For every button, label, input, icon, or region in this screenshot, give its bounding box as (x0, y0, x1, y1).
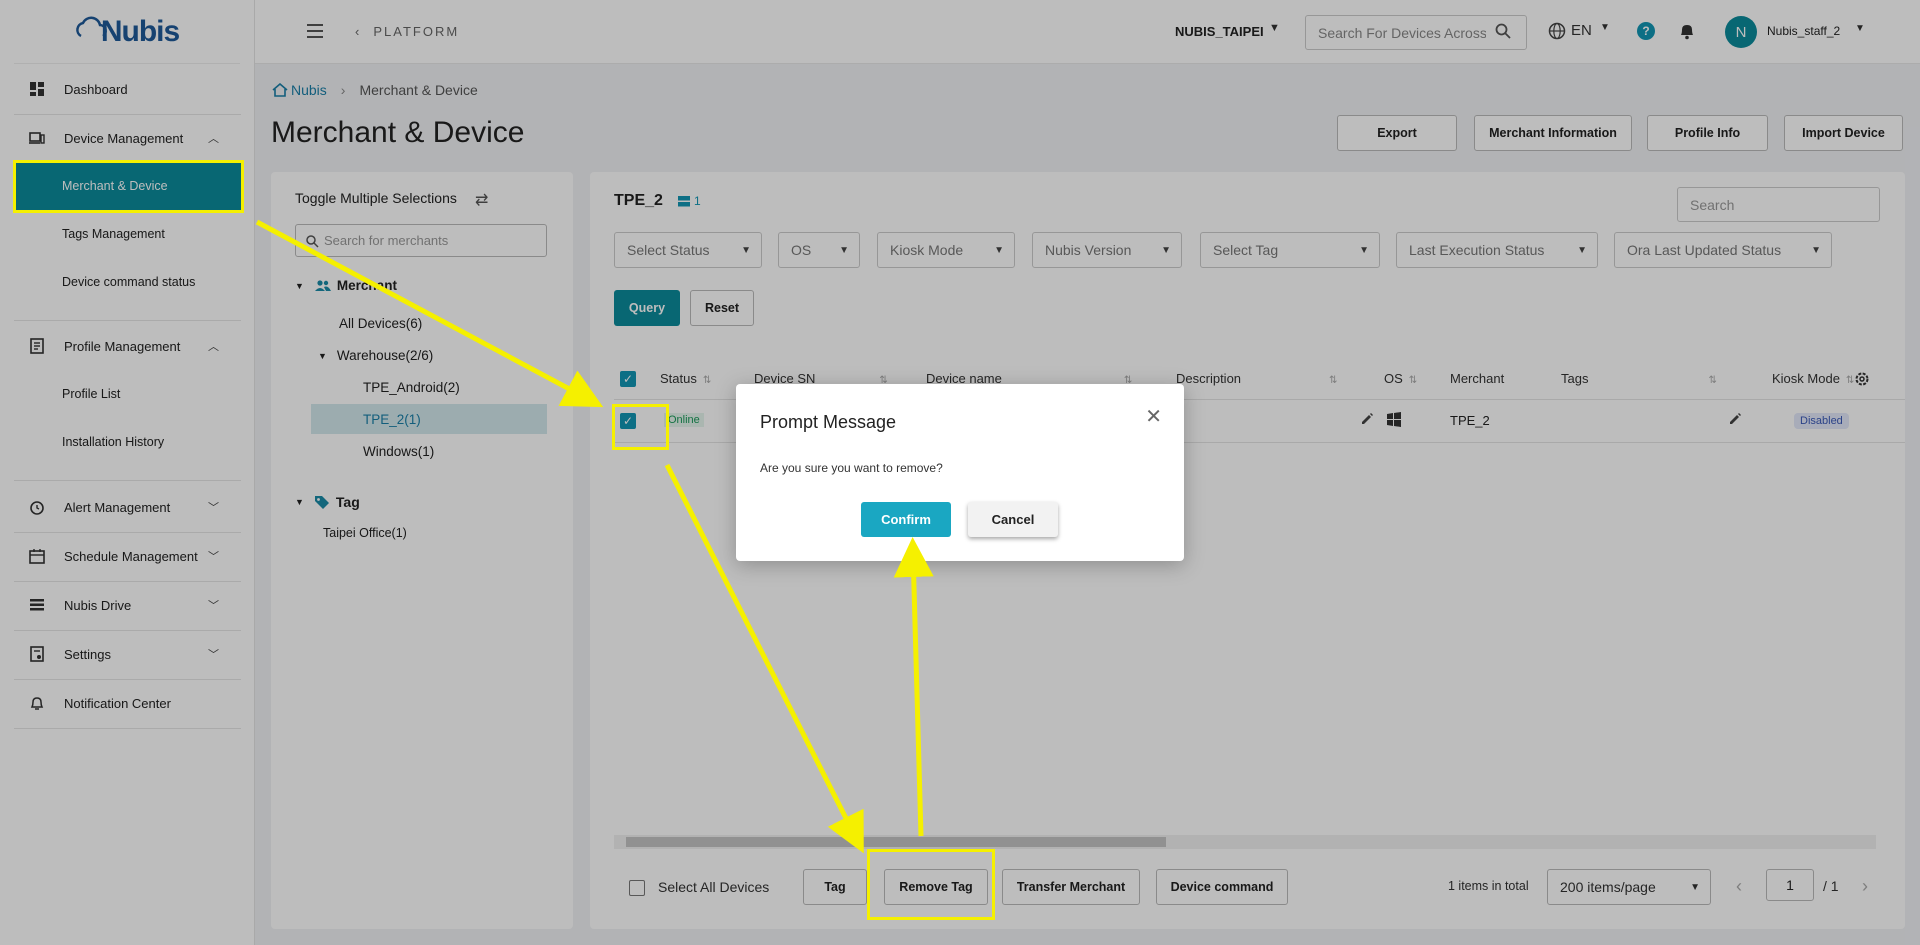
close-icon[interactable]: ✕ (1145, 404, 1162, 429)
cancel-button[interactable]: Cancel (968, 502, 1058, 537)
dialog-message: Are you sure you want to remove? (760, 461, 943, 475)
annotation-box-remove-tag (867, 849, 995, 920)
prompt-dialog: Prompt Message ✕ Are you sure you want t… (736, 384, 1184, 561)
annotation-box-checkbox (612, 404, 669, 450)
annotation-box-sidebar (13, 160, 244, 213)
dialog-title: Prompt Message (760, 412, 897, 432)
confirm-button[interactable]: Confirm (861, 502, 951, 537)
